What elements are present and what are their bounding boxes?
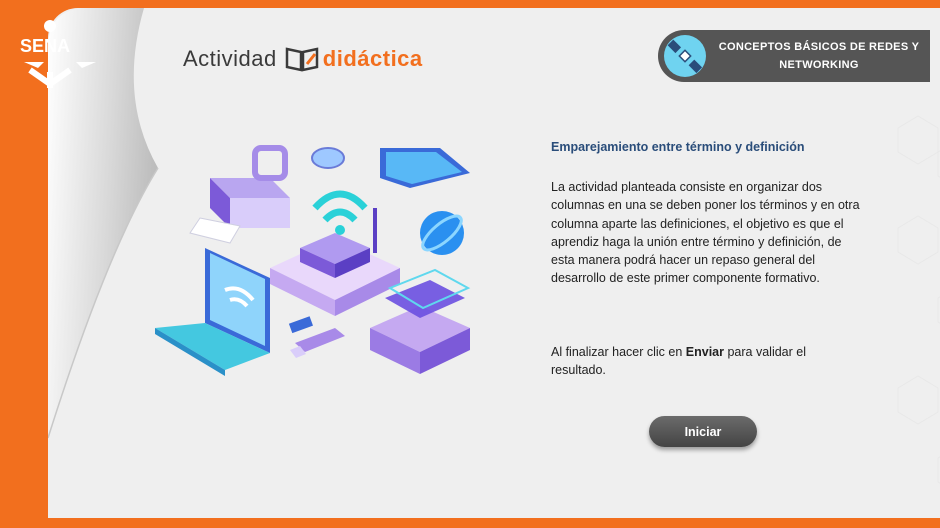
instruction-bold: Enviar bbox=[685, 345, 724, 359]
book-pencil-icon bbox=[285, 47, 319, 72]
laptop-icon bbox=[155, 248, 270, 376]
mouse-icon bbox=[311, 147, 345, 169]
usb-drive-icon bbox=[290, 328, 345, 358]
network-devices-illustration bbox=[155, 145, 471, 376]
instruction-prefix: Al finalizar hacer clic en bbox=[551, 345, 686, 359]
hexagon-pattern bbox=[897, 115, 940, 484]
topic-label: CONCEPTOS BÁSICOS DE REDES Y NETWORKING bbox=[718, 41, 920, 71]
topic-badge: CONCEPTOS BÁSICOS DE REDES Y NETWORKING bbox=[658, 30, 930, 82]
tablet-icon bbox=[380, 148, 470, 188]
start-button[interactable]: Iniciar bbox=[649, 416, 757, 447]
activity-brand: Actividad didáctica bbox=[183, 44, 423, 74]
activity-description: La actividad planteada consiste en organ… bbox=[551, 180, 860, 286]
brand-word-didactica: didáctica bbox=[322, 46, 423, 71]
brand-word-actividad: Actividad bbox=[183, 46, 277, 71]
sena-logo: SENA bbox=[20, 20, 96, 88]
chip-icon bbox=[288, 316, 313, 334]
svg-text:SENA: SENA bbox=[20, 36, 70, 56]
activity-instruction: Al finalizar hacer clic en Enviar para v… bbox=[551, 343, 861, 380]
activity-title: Emparejamiento entre término y definició… bbox=[551, 140, 805, 154]
satellite-icon bbox=[664, 35, 706, 77]
globe-icon bbox=[420, 211, 464, 255]
printer-icon bbox=[189, 145, 290, 244]
